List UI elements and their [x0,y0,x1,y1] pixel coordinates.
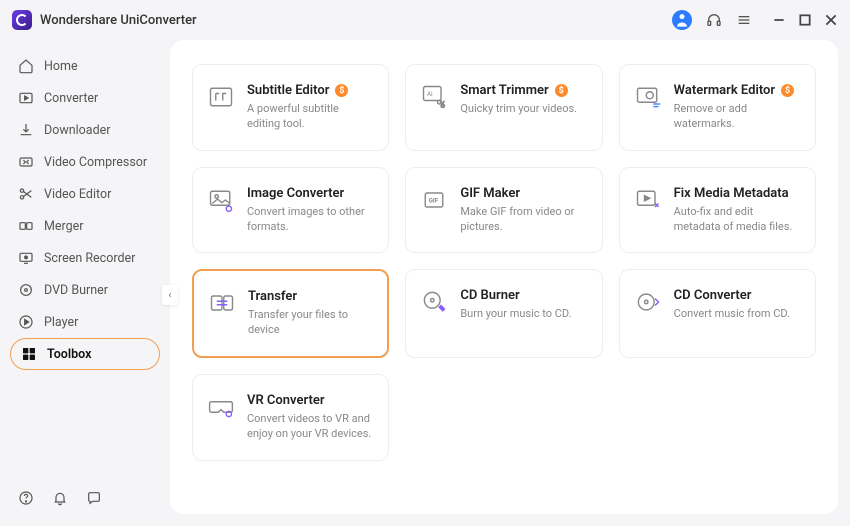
watermark-icon [634,83,662,111]
sidebar-item-recorder[interactable]: Screen Recorder [0,242,170,274]
main: Home Converter Downloader Video Compress… [0,40,850,526]
sidebar-item-label: Merger [44,219,84,234]
converter-icon [18,90,34,106]
download-icon [18,122,34,138]
sidebar-item-label: DVD Burner [44,283,108,298]
card-gif-maker[interactable]: GIF GIF Maker Make GIF from video or pic… [405,167,602,254]
card-desc: Auto-fix and edit metadata of media file… [674,205,801,235]
card-desc: Convert music from CD. [674,307,801,322]
card-vr-converter[interactable]: VR Converter Convert videos to VR and en… [192,374,389,461]
card-fix-metadata[interactable]: Fix Media Metadata Auto-fix and edit met… [619,167,816,254]
feedback-icon[interactable] [86,490,102,506]
content-panel: Subtitle Editor $ A powerful subtitle edi… [170,40,838,514]
sidebar-item-label: Video Editor [44,187,111,202]
scissors-icon [18,186,34,202]
card-title: Watermark Editor [674,83,775,98]
vr-icon [207,393,235,421]
sidebar-item-label: Toolbox [47,347,91,362]
card-desc: Quicky trim your videos. [460,102,587,117]
card-cd-burner[interactable]: CD Burner Burn your music to CD. [405,269,602,358]
card-image-converter[interactable]: Image Converter Convert images to other … [192,167,389,254]
sidebar-item-converter[interactable]: Converter [0,82,170,114]
card-subtitle-editor[interactable]: Subtitle Editor $ A powerful subtitle edi… [192,64,389,151]
card-title: VR Converter [247,393,325,408]
minimize-button[interactable] [772,13,786,27]
image-icon [207,186,235,214]
bell-icon[interactable] [52,490,68,506]
help-icon[interactable] [18,490,34,506]
titlebar: Wondershare UniConverter [0,0,850,40]
cd-converter-icon [634,288,662,316]
recorder-icon [18,250,34,266]
sidebar-item-toolbox[interactable]: Toolbox [10,338,160,370]
card-desc: Remove or add watermarks. [674,102,801,132]
card-desc: A powerful subtitle editing tool. [247,102,374,132]
sidebar-item-merger[interactable]: Merger [0,210,170,242]
card-title: CD Burner [460,288,519,303]
trimmer-icon: AI [420,83,448,111]
gif-icon: GIF [420,186,448,214]
sidebar-item-editor[interactable]: Video Editor [0,178,170,210]
play-icon [18,314,34,330]
card-title: Subtitle Editor [247,83,329,98]
card-desc: Burn your music to CD. [460,307,587,322]
sidebar-item-compressor[interactable]: Video Compressor [0,146,170,178]
card-smart-trimmer[interactable]: AI Smart Trimmer $ Quicky trim your video… [405,64,602,151]
sidebar-item-label: Downloader [44,123,111,138]
sidebar: Home Converter Downloader Video Compress… [0,40,170,526]
transfer-icon [208,289,236,317]
toolbox-grid: Subtitle Editor $ A powerful subtitle edi… [192,64,816,461]
card-title: Smart Trimmer [460,83,548,98]
window-controls [772,13,838,27]
toolbox-icon [21,346,37,362]
card-cd-converter[interactable]: CD Converter Convert music from CD. [619,269,816,358]
sidebar-item-player[interactable]: Player [0,306,170,338]
card-title: Transfer [248,289,297,304]
card-title: CD Converter [674,288,752,303]
card-desc: Convert images to other formats. [247,205,374,235]
app-title: Wondershare UniConverter [40,13,197,28]
sidebar-item-home[interactable]: Home [0,50,170,82]
close-button[interactable] [824,13,838,27]
sidebar-item-dvd[interactable]: DVD Burner [0,274,170,306]
card-desc: Transfer your files to device [248,308,373,338]
subtitle-icon [207,83,235,111]
sidebar-item-label: Video Compressor [44,155,147,170]
premium-badge-icon: $ [555,84,568,97]
sidebar-item-downloader[interactable]: Downloader [0,114,170,146]
premium-badge-icon: $ [781,84,794,97]
card-desc: Convert videos to VR and enjoy on your V… [247,412,374,442]
card-desc: Make GIF from video or pictures. [460,205,587,235]
sidebar-bottom [0,480,170,516]
nav: Home Converter Downloader Video Compress… [0,50,170,480]
svg-text:AI: AI [427,91,433,98]
titlebar-right [672,10,838,30]
home-icon [18,58,34,74]
headset-icon[interactable] [706,12,722,28]
svg-text:GIF: GIF [429,197,439,204]
cd-burner-icon [420,288,448,316]
compressor-icon [18,154,34,170]
disc-icon [18,282,34,298]
titlebar-left: Wondershare UniConverter [12,10,197,30]
sidebar-item-label: Player [44,315,78,330]
sidebar-item-label: Converter [44,91,98,106]
metadata-icon [634,186,662,214]
user-avatar-icon[interactable] [672,10,692,30]
app-logo-icon [12,10,32,30]
card-watermark-editor[interactable]: Watermark Editor $ Remove or add watermar… [619,64,816,151]
card-title: GIF Maker [460,186,520,201]
sidebar-item-label: Home [44,59,78,74]
maximize-button[interactable] [798,13,812,27]
premium-badge-icon: $ [335,84,348,97]
merger-icon [18,218,34,234]
menu-icon[interactable] [736,12,752,28]
card-title: Image Converter [247,186,344,201]
card-title: Fix Media Metadata [674,186,789,201]
collapse-chevron-icon[interactable]: ‹ [162,285,178,305]
sidebar-item-label: Screen Recorder [44,251,135,266]
card-transfer[interactable]: Transfer Transfer your files to device [192,269,389,358]
